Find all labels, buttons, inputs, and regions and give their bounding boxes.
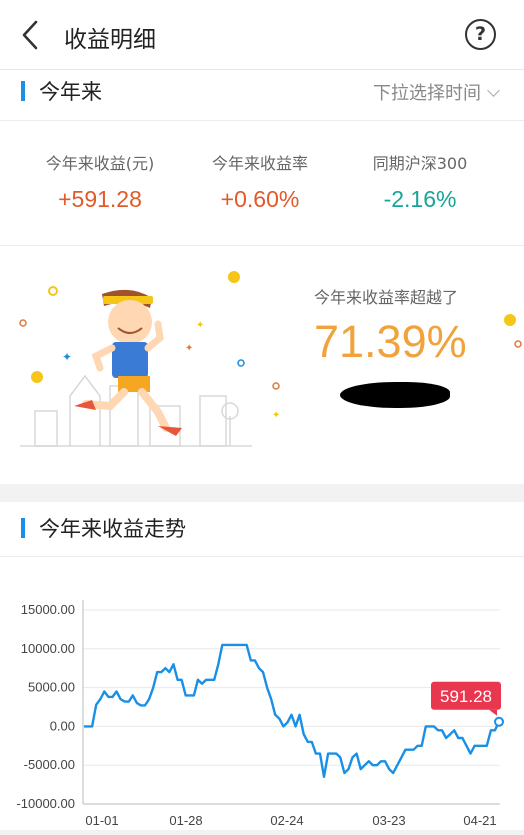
y-tick-label: -10000.00 (16, 796, 75, 811)
y-tick-label: 0.00 (50, 718, 75, 733)
divider (0, 120, 524, 121)
x-tick-label: 04-21 (463, 813, 496, 828)
chart-svg: 15000.00 10000.00 5000.00 0.00 -5000.00 -1000… (16, 600, 504, 828)
trend-title: 今年来收益走势 (39, 517, 186, 541)
beat-label: 今年来收益率超越了 (314, 288, 459, 307)
time-select-dropdown[interactable]: 下拉选择时间 (373, 79, 500, 105)
bottom-edge (0, 830, 524, 835)
top-bar: 收益明细 ? (0, 0, 524, 70)
beat-value: 71.39% (314, 316, 467, 367)
stat-value: +591.28 (58, 186, 142, 212)
coin-decoration (504, 314, 522, 348)
y-tick-label: 15000.00 (21, 602, 75, 617)
end-point-marker (494, 716, 504, 727)
stat-label: 今年来收益率 (211, 154, 308, 173)
x-tick-label: 01-28 (169, 813, 202, 828)
stat-label: 今年来收益(元) (45, 154, 155, 173)
promo-card: ✦ ✦ ✦ ✦ 今年来收益率超越了 71.39% (0, 246, 524, 484)
trend-section-header: 今年来收益走势 (0, 504, 524, 552)
page-title: 收益明细 (64, 27, 156, 53)
stat-hs300: 同期沪深300 -2.16% (335, 150, 505, 213)
x-tick-label: 02-24 (270, 813, 303, 828)
y-tick-label: 10000.00 (21, 641, 75, 656)
divider (0, 556, 524, 557)
ytd-title: 今年来 (39, 80, 102, 104)
svg-text:✦: ✦ (196, 320, 204, 331)
back-icon[interactable] (14, 16, 50, 54)
profit-trend-chart[interactable]: 15000.00 10000.00 5000.00 0.00 -5000.00 -1000… (0, 560, 524, 830)
series-line (84, 643, 501, 778)
stat-ytd-profit: 今年来收益(元) +591.28 (15, 150, 185, 213)
svg-text:✦: ✦ (272, 410, 280, 421)
stat-value: -2.16% (383, 186, 457, 212)
stat-label: 同期沪深300 (372, 154, 468, 173)
chevron-down-icon (487, 84, 500, 97)
stat-ytd-return: 今年来收益率 +0.60% (175, 150, 345, 213)
last-value-badge: 591.28 (431, 681, 501, 716)
x-tick-label: 01-01 (85, 813, 118, 828)
accent-bar (21, 81, 25, 101)
help-icon[interactable]: ? (465, 19, 496, 50)
x-tick-label: 03-23 (372, 813, 405, 828)
time-select-label: 下拉选择时间 (373, 83, 481, 104)
svg-text:✦: ✦ (62, 350, 72, 364)
runner-illustration: ✦ ✦ ✦ ✦ (19, 271, 280, 447)
section-gap (0, 484, 524, 502)
stat-value: +0.60% (220, 186, 300, 212)
y-tick-label: -5000.00 (24, 757, 75, 772)
y-tick-label: 5000.00 (28, 680, 75, 695)
accent-bar (21, 518, 25, 538)
svg-text:✦: ✦ (185, 343, 193, 354)
ytd-section-header: 今年来 下拉选择时间 (0, 67, 524, 115)
redacted-text (340, 382, 450, 408)
last-value-label: 591.28 (440, 687, 492, 706)
